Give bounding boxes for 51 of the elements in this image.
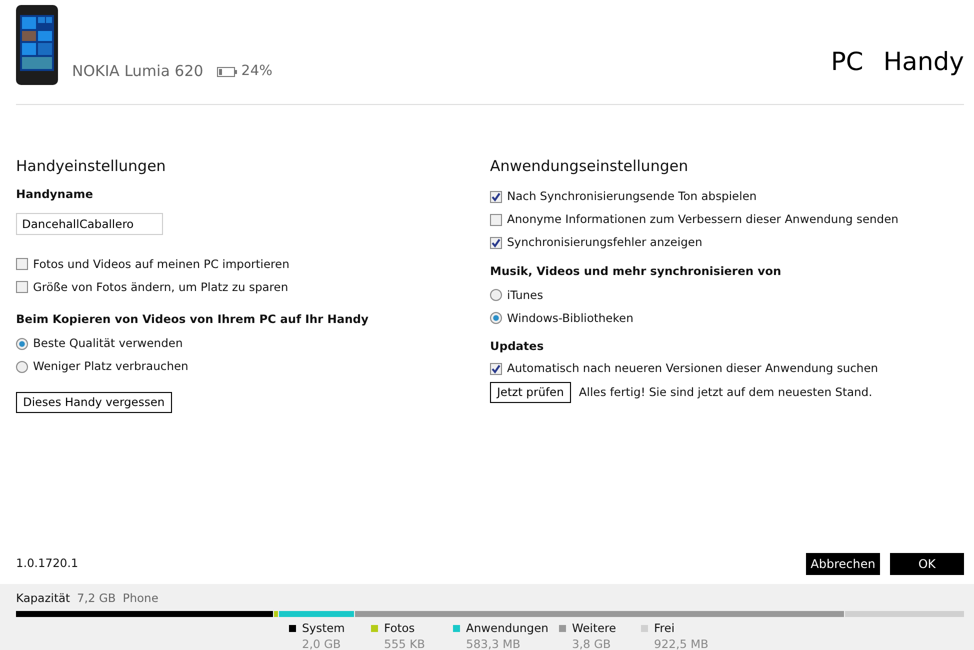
section-heading: Anwendungseinstellungen bbox=[490, 156, 690, 177]
radio-button[interactable] bbox=[16, 360, 28, 372]
checkbox[interactable] bbox=[490, 191, 502, 203]
option-label: Updates bbox=[490, 338, 545, 355]
capacity-total: 7,2 GB bbox=[77, 590, 116, 607]
status-text: Alles fertig! Sie sind jetzt auf dem neuesten Stand. bbox=[578, 384, 872, 401]
cancel-button[interactable]: Abbrechen bbox=[806, 553, 880, 575]
legend-size: 555 KB bbox=[384, 638, 426, 650]
checkbox[interactable] bbox=[490, 237, 502, 249]
ok-button[interactable]: OK bbox=[890, 553, 964, 575]
capacity-label: Kapazität bbox=[16, 590, 70, 607]
legend-size: 3,8 GB bbox=[572, 638, 612, 650]
legend-size: 922,5 MB bbox=[654, 638, 710, 650]
check-button[interactable]: Jetzt prüfen bbox=[490, 382, 571, 404]
legend-label: Weitere bbox=[572, 620, 616, 638]
checkbox-label: Größe von Fotos ändern, um Platz zu sparen bbox=[33, 278, 288, 296]
checkbox-label: Anonyme Informationen zum Verbessern dieser Anwendung senden bbox=[507, 211, 898, 228]
nav-link[interactable]: PC bbox=[830, 49, 864, 74]
battery-icon bbox=[217, 66, 238, 76]
checkbox[interactable] bbox=[16, 281, 28, 294]
radio-label: Weniger Platz verbrauchen bbox=[33, 358, 188, 375]
version-text: 1.0.1720.1 bbox=[16, 555, 80, 572]
radio-label: Beste Qualität verwenden bbox=[33, 334, 183, 352]
field-label: Handyname bbox=[16, 186, 94, 202]
checkbox[interactable] bbox=[16, 258, 28, 270]
legend-size: 583,3 MB bbox=[466, 638, 522, 650]
checkbox-label: Synchronisierungsfehler anzeigen bbox=[507, 234, 702, 252]
checkbox-label: Fotos und Videos auf meinen PC importieren bbox=[33, 256, 290, 273]
legend-label: Anwendungen bbox=[466, 620, 548, 638]
section-heading: Handyeinstellungen bbox=[16, 156, 167, 177]
radio-button[interactable] bbox=[490, 312, 502, 324]
checkbox[interactable] bbox=[490, 362, 502, 374]
checkbox-label: Nach Synchronisierungsende Ton abspielen bbox=[507, 188, 757, 206]
radio-label: iTunes bbox=[507, 286, 544, 304]
checkbox-label: Automatisch nach neueren Versionen dieser Anwendung suchen bbox=[507, 360, 878, 377]
radio-label: Windows-Bibliotheken bbox=[507, 310, 634, 327]
radio-button[interactable] bbox=[490, 289, 502, 302]
legend-label: Fotos bbox=[384, 620, 415, 638]
nav-link[interactable]: Handy bbox=[883, 49, 964, 74]
checkbox[interactable] bbox=[490, 214, 502, 226]
battery-percentage: 24% bbox=[241, 62, 272, 81]
legend-size: 2,0 GB bbox=[302, 638, 342, 650]
name-field[interactable]: DancehallCaballero bbox=[16, 212, 163, 235]
radio-button[interactable] bbox=[16, 338, 28, 350]
legend-label: Frei bbox=[654, 620, 675, 638]
storage-type: Phone bbox=[122, 590, 158, 607]
option-label: Beim Kopieren von Videos von Ihrem PC auf Ihr Handy bbox=[16, 310, 370, 328]
device-name: NOKIA Lumia 620 bbox=[72, 60, 204, 82]
option-label: Musik, Videos und mehr synchronisieren von bbox=[490, 262, 782, 280]
forget-button[interactable]: Dieses Handy vergessen bbox=[16, 392, 172, 414]
legend-label: System bbox=[302, 620, 345, 638]
